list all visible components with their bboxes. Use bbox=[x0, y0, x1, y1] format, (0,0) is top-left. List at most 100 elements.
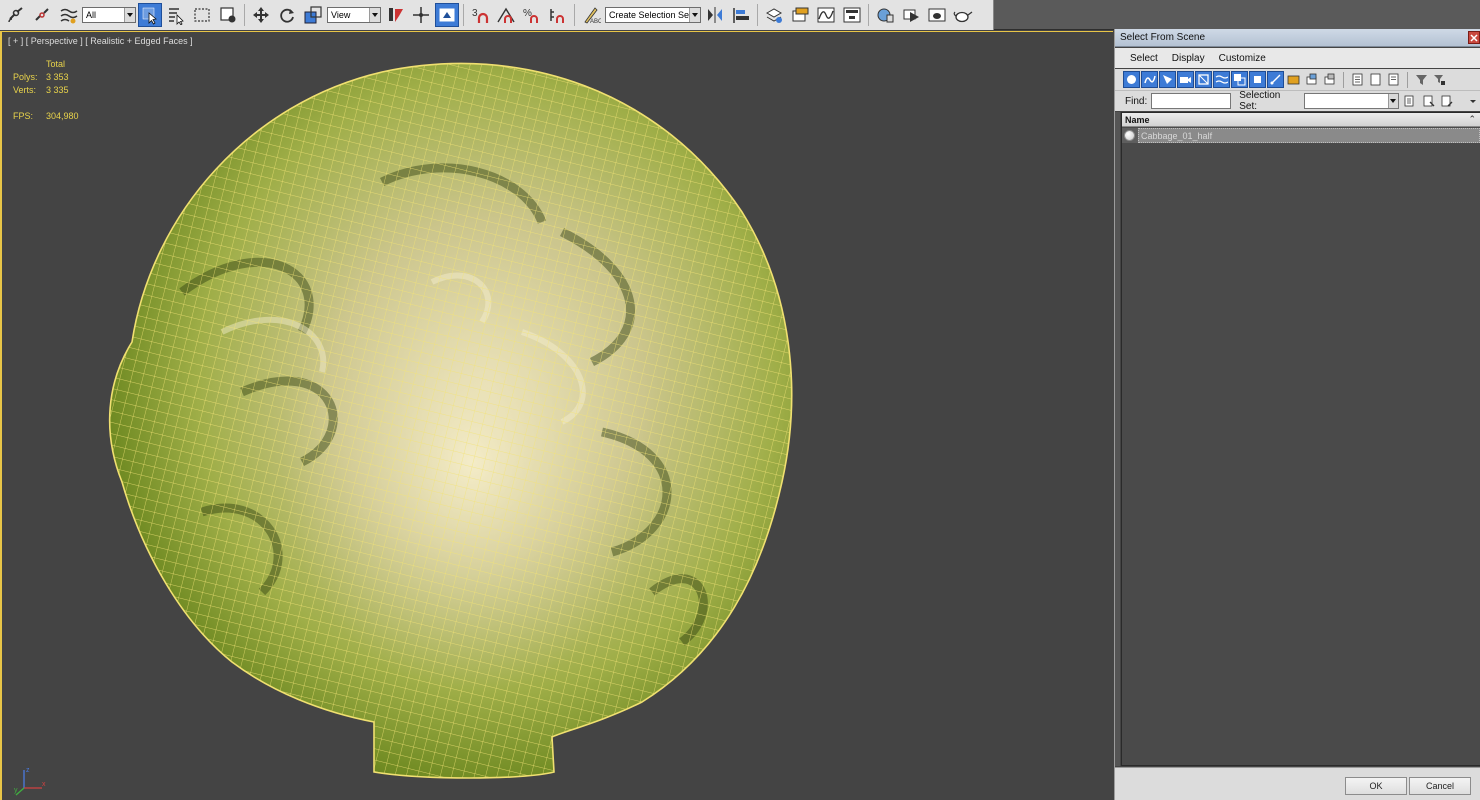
display-all-button[interactable] bbox=[1349, 71, 1366, 88]
camera-icon bbox=[1180, 77, 1191, 83]
filter-cameras-button[interactable] bbox=[1177, 71, 1194, 88]
angle-snap-icon bbox=[497, 7, 515, 23]
align-button[interactable] bbox=[729, 3, 753, 27]
filter-frozen-button[interactable] bbox=[1303, 71, 1320, 88]
snap-magnet-icon: 3 bbox=[472, 8, 489, 23]
rendered-frame-window-button[interactable] bbox=[925, 3, 949, 27]
list-item[interactable]: Cabbage_01_half bbox=[1122, 128, 1480, 143]
filter-hidden-button[interactable] bbox=[1321, 71, 1338, 88]
scene-explorer-button[interactable] bbox=[762, 3, 786, 27]
scale-button[interactable] bbox=[301, 3, 325, 27]
filter-options-button[interactable] bbox=[1413, 71, 1430, 88]
unlink-icon bbox=[35, 8, 49, 21]
axis-tripod-icon: z x y bbox=[14, 767, 46, 796]
bind-spacewarp-button[interactable] bbox=[56, 3, 80, 27]
filter-groups-button[interactable] bbox=[1231, 71, 1248, 88]
keyboard-override-icon bbox=[439, 8, 455, 22]
teapot-frame-icon bbox=[928, 8, 946, 22]
rectangle-selection-icon bbox=[194, 8, 210, 22]
app-window: All View 3 % ABC Create Selection Se [+… bbox=[0, 0, 1480, 800]
hierarchy-icon bbox=[1434, 75, 1445, 85]
selection-set-label: Selection Set: bbox=[1239, 90, 1281, 112]
remove-from-selection-set-button[interactable] bbox=[1439, 93, 1455, 109]
render-production-button[interactable] bbox=[951, 3, 975, 27]
keyboard-shortcut-override-button[interactable] bbox=[435, 3, 459, 27]
filter-xrefs-button[interactable] bbox=[1249, 71, 1266, 88]
display-invert-button[interactable] bbox=[1385, 71, 1402, 88]
display-none-button[interactable] bbox=[1367, 71, 1384, 88]
window-crossing-button[interactable] bbox=[216, 3, 240, 27]
filter-geometry-button[interactable] bbox=[1123, 71, 1140, 88]
angle-snap-button[interactable] bbox=[494, 3, 518, 27]
menu-select[interactable]: Select bbox=[1130, 53, 1158, 64]
named-selection-dropdown[interactable]: Create Selection Se bbox=[605, 7, 701, 23]
chevron-down-icon bbox=[1387, 94, 1398, 108]
main-toolbar-row: All View 3 % ABC Create Selection Se bbox=[0, 0, 994, 30]
curve-editor-icon bbox=[817, 7, 835, 23]
toolbar-separator bbox=[244, 4, 245, 26]
move-button[interactable] bbox=[249, 3, 273, 27]
viewport-label[interactable]: [ + ] [ Perspective ] [ Realistic + Edge… bbox=[8, 36, 193, 46]
filter-containers-button[interactable] bbox=[1285, 71, 1302, 88]
link-tool-button[interactable] bbox=[4, 3, 28, 27]
edit-named-selection-button[interactable]: ABC bbox=[579, 3, 603, 27]
dialog-footer: OK Cancel bbox=[1115, 767, 1480, 800]
percent-snap-button[interactable]: % bbox=[520, 3, 544, 27]
scene-object-list[interactable]: Name ⌃ Cabbage_01_half bbox=[1121, 112, 1480, 766]
select-object-button[interactable] bbox=[138, 3, 162, 27]
sort-ascending-icon: ⌃ bbox=[1468, 114, 1476, 124]
named-selection-value: Create Selection Se bbox=[609, 10, 690, 20]
create-selection-set-button[interactable] bbox=[1402, 93, 1418, 109]
filter-spacewarps-button[interactable] bbox=[1213, 71, 1230, 88]
teapot-icon bbox=[953, 11, 973, 23]
hierarchy-view-button[interactable] bbox=[1431, 71, 1448, 88]
stats-fps-value: 304,980 bbox=[46, 111, 79, 121]
stats-polys-value: 3 353 bbox=[46, 72, 69, 82]
shapes-icon bbox=[1144, 75, 1156, 84]
spinner-snap-button[interactable] bbox=[546, 3, 570, 27]
selection-set-dropdown[interactable] bbox=[1304, 93, 1399, 109]
select-by-name-button[interactable] bbox=[164, 3, 188, 27]
filter-lights-button[interactable] bbox=[1159, 71, 1176, 88]
find-row: Find: Selection Set: bbox=[1115, 90, 1480, 112]
dialog-title-bar[interactable]: Select From Scene bbox=[1115, 29, 1480, 47]
mirror-button[interactable] bbox=[703, 3, 727, 27]
curve-editor-button[interactable] bbox=[814, 3, 838, 27]
new-set-icon bbox=[1404, 95, 1414, 107]
unlink-tool-button[interactable] bbox=[30, 3, 54, 27]
rectangular-selection-button[interactable] bbox=[190, 3, 214, 27]
toolbar-separator bbox=[463, 4, 464, 26]
mirror-icon bbox=[708, 7, 722, 23]
perspective-viewport[interactable]: [ + ] [ Perspective ] [ Realistic + Edge… bbox=[0, 31, 1113, 800]
select-manipulate-button[interactable] bbox=[409, 3, 433, 27]
toolbar-overflow-button[interactable] bbox=[1465, 93, 1480, 109]
remove-set-icon bbox=[1441, 95, 1453, 107]
menu-customize[interactable]: Customize bbox=[1219, 53, 1266, 64]
pivot-point-button[interactable] bbox=[383, 3, 407, 27]
add-to-selection-set-button[interactable] bbox=[1421, 93, 1437, 109]
layer-explorer-button[interactable] bbox=[788, 3, 812, 27]
find-input[interactable] bbox=[1151, 93, 1232, 109]
filter-shapes-button[interactable] bbox=[1141, 71, 1158, 88]
render-setup-button[interactable] bbox=[899, 3, 923, 27]
reference-coordinate-dropdown[interactable]: View bbox=[327, 7, 381, 23]
group-icon bbox=[1234, 74, 1246, 86]
schematic-view-button[interactable] bbox=[840, 3, 864, 27]
rotate-button[interactable] bbox=[275, 3, 299, 27]
ok-button[interactable]: OK bbox=[1345, 777, 1407, 795]
spacewarp-icon bbox=[60, 8, 78, 24]
material-editor-button[interactable] bbox=[873, 3, 897, 27]
selection-filter-dropdown[interactable]: All bbox=[82, 7, 136, 23]
spacewarp-icon bbox=[1215, 75, 1228, 84]
column-header-name[interactable]: Name ⌃ bbox=[1122, 113, 1480, 127]
close-button[interactable] bbox=[1468, 31, 1480, 44]
align-icon bbox=[733, 8, 749, 23]
chevron-down-icon bbox=[369, 8, 380, 22]
snaps-toggle-button[interactable]: 3 bbox=[468, 3, 492, 27]
select-from-scene-dialog: Select From Scene Select Display Customi… bbox=[1114, 29, 1480, 800]
filter-helpers-button[interactable] bbox=[1195, 71, 1212, 88]
menu-display[interactable]: Display bbox=[1172, 53, 1205, 64]
filter-bones-button[interactable] bbox=[1267, 71, 1284, 88]
cancel-button[interactable]: Cancel bbox=[1409, 777, 1471, 795]
selection-filter-value: All bbox=[86, 10, 97, 20]
